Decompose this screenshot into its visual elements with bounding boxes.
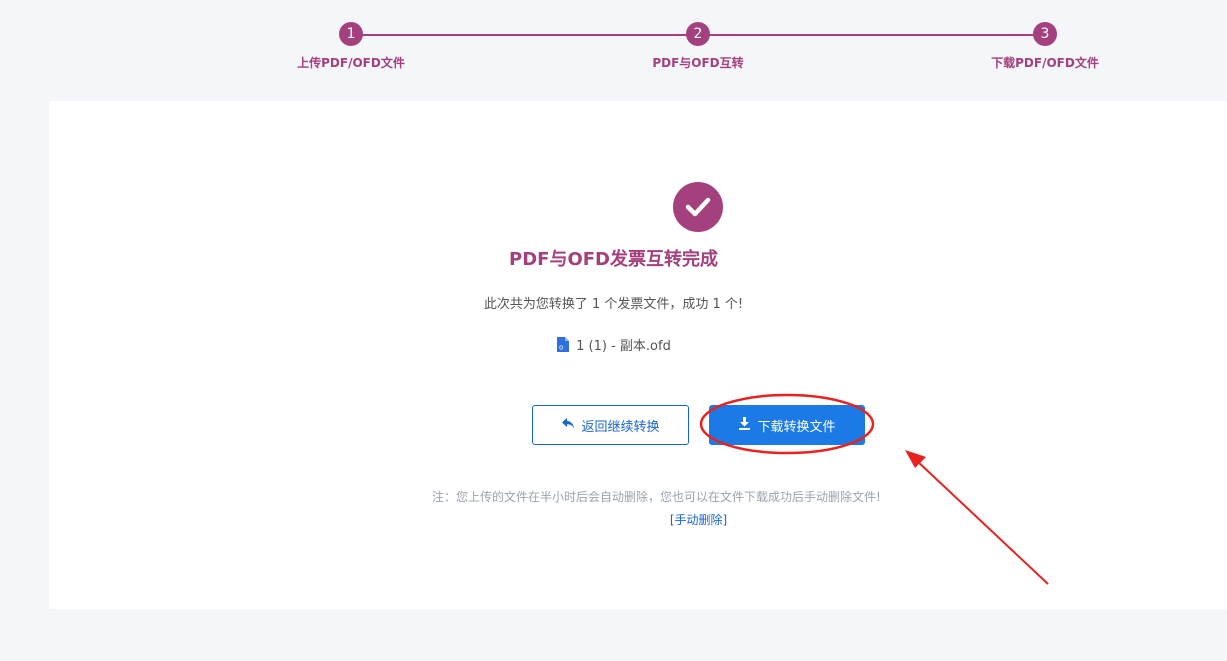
manual-delete-link[interactable]: [手动删除]: [0, 511, 1227, 528]
back-continue-button[interactable]: 返回继续转换: [532, 405, 689, 445]
step-label: 上传PDF/OFD文件: [297, 56, 405, 70]
result-card: [49, 101, 1227, 609]
download-icon: [738, 416, 751, 434]
step-3: 3 下载PDF/OFD文件: [965, 22, 1125, 71]
step-number: 3: [1033, 22, 1057, 46]
result-summary: 此次共为您转换了 1 个发票文件，成功 1 个!: [483, 297, 744, 312]
download-converted-button[interactable]: 下载转换文件: [709, 405, 865, 445]
check-circle-icon: [673, 182, 723, 232]
step-number: 2: [686, 22, 710, 46]
step-number: 1: [339, 22, 363, 46]
file-item: o 1 (1) - 副本.ofd: [0, 335, 1227, 354]
ofd-file-icon: o: [556, 336, 570, 353]
download-button-label: 下载转换文件: [757, 419, 836, 435]
step-label: PDF与OFD互转: [652, 56, 744, 70]
stepper: 1 上传PDF/OFD文件 2 PDF与OFD互转 3 下载PDF/OFD文件: [0, 0, 1227, 90]
svg-text:o: o: [559, 344, 563, 352]
file-name: 1 (1) - 副本.ofd: [576, 339, 671, 354]
step-2: 2 PDF与OFD互转: [618, 22, 778, 71]
reply-arrow-icon: [561, 417, 575, 434]
result-title: PDF与OFD发票互转完成: [509, 249, 718, 270]
auto-delete-note: 注：您上传的文件在半小时后会自动删除，您也可以在文件下载成功后手动删除文件!: [432, 490, 881, 504]
step-label: 下载PDF/OFD文件: [991, 56, 1099, 70]
step-1: 1 上传PDF/OFD文件: [271, 22, 431, 71]
back-button-label: 返回继续转换: [581, 419, 660, 435]
page: 1 上传PDF/OFD文件 2 PDF与OFD互转 3 下载PDF/OFD文件 …: [0, 0, 1227, 661]
